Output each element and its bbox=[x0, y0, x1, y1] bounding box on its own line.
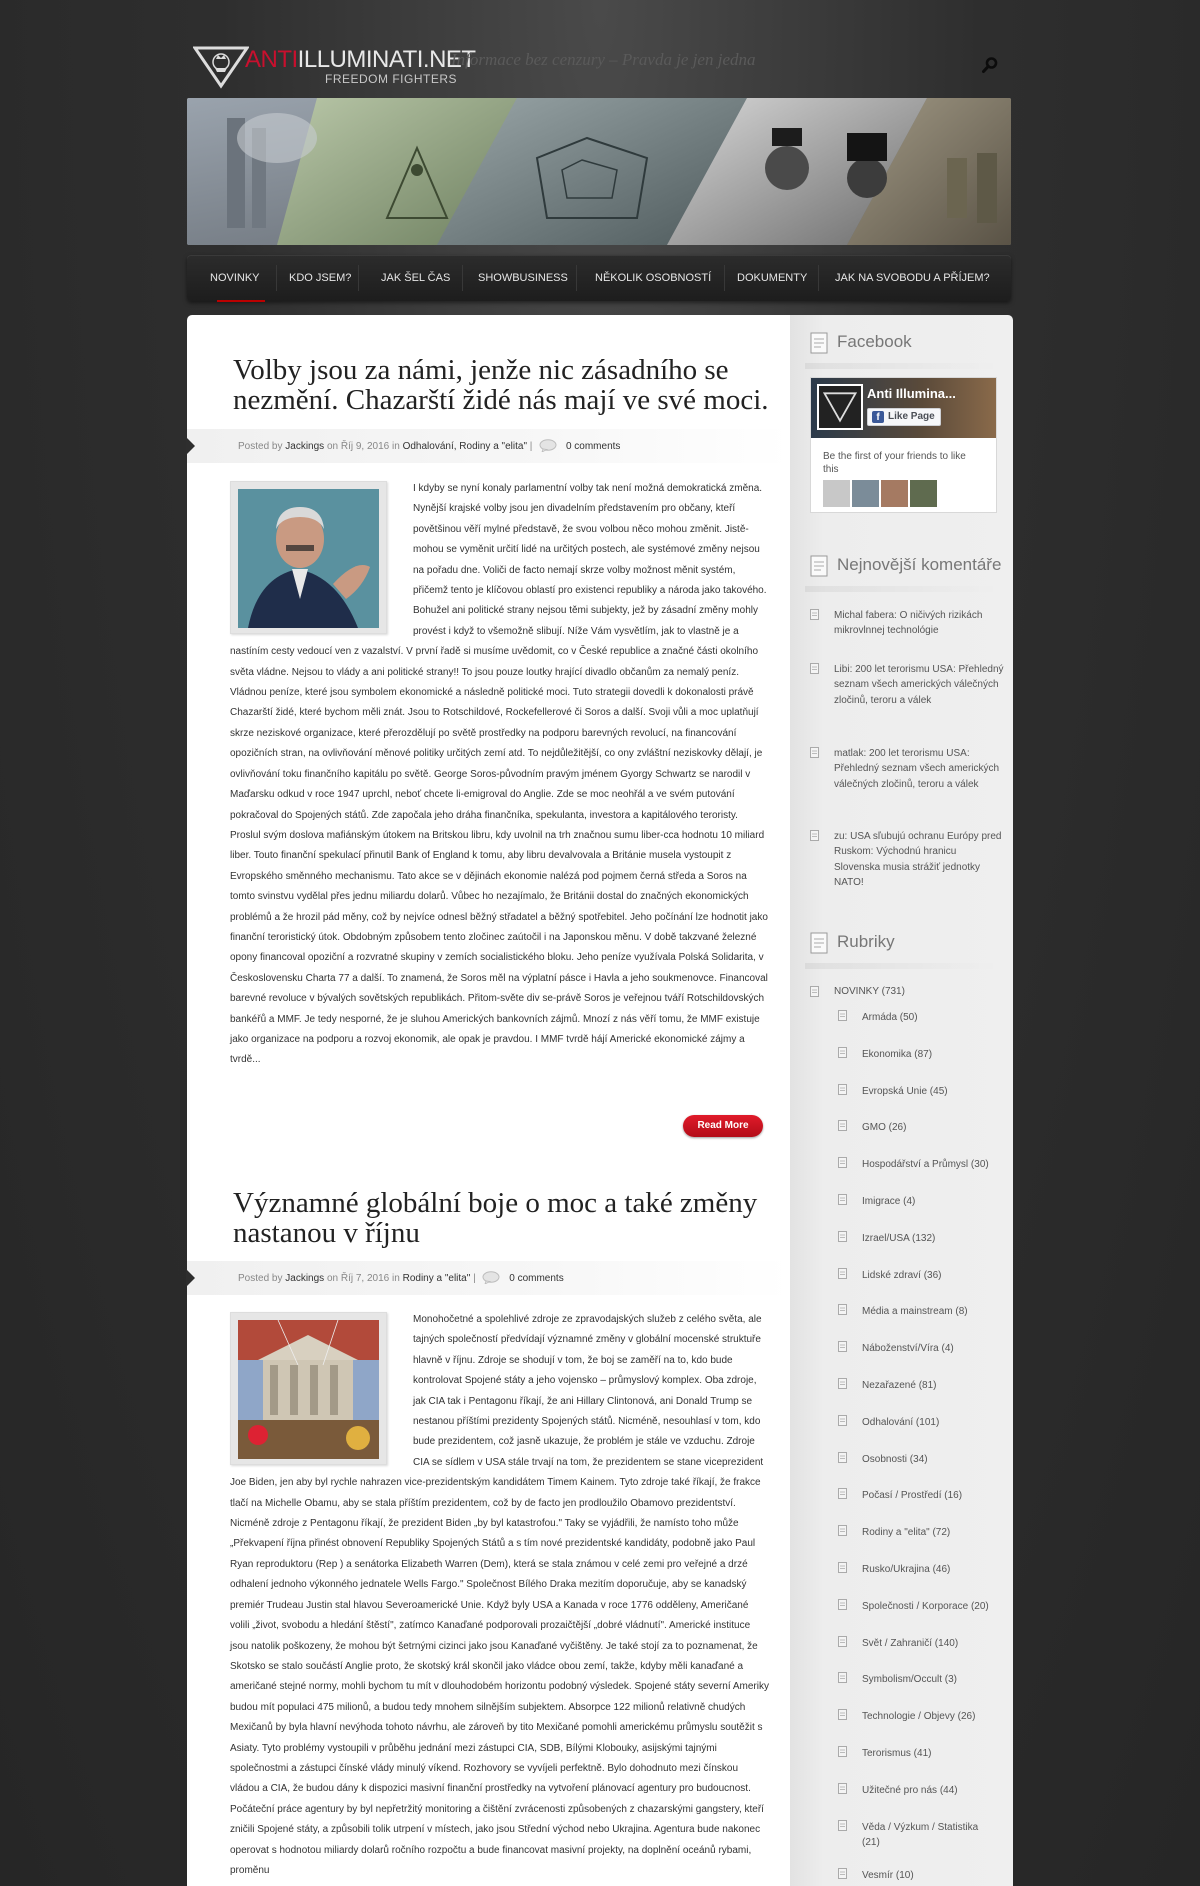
comment-doc-icon bbox=[810, 747, 819, 758]
category-doc-icon bbox=[838, 1267, 847, 1279]
widget-title-categories: Rubriky bbox=[837, 932, 895, 951]
post-title[interactable]: Volby jsou za námi, jenže nic zásadního … bbox=[233, 355, 773, 415]
main-nav: Novinky Kdo jsem? Jak šel čas Showbusine… bbox=[187, 255, 1011, 302]
comment-bubble-icon bbox=[539, 439, 557, 452]
category-doc-icon bbox=[838, 1230, 847, 1242]
category-doc-icon bbox=[838, 1709, 847, 1721]
post-meta-bar: Posted by Jackings on Říj 9, 2016 in Odh… bbox=[186, 429, 790, 463]
post-date: Říj 9, 2016 bbox=[340, 441, 390, 452]
nav-separator bbox=[576, 265, 577, 291]
friend-avatar[interactable] bbox=[881, 480, 908, 507]
nav-separator bbox=[724, 265, 725, 291]
nav-item-dokumenty[interactable]: Dokumenty bbox=[737, 255, 807, 301]
category-doc-icon bbox=[838, 1083, 847, 1095]
triangle-logo-icon bbox=[193, 46, 249, 89]
category-doc-icon bbox=[838, 1120, 847, 1132]
post-categories[interactable]: Odhalování, Rodiny a "elita" bbox=[403, 441, 527, 452]
nav-item-svoboda[interactable]: Jak na svobodu a příjem? bbox=[835, 255, 990, 301]
category-doc-icon bbox=[838, 1672, 847, 1684]
category-doc-icon bbox=[838, 1782, 847, 1794]
comment-doc-icon bbox=[810, 663, 819, 674]
post-date: Říj 7, 2016 bbox=[340, 1273, 390, 1284]
category-doc-icon bbox=[838, 1451, 847, 1463]
post-comments-link[interactable]: 0 comments bbox=[509, 1273, 563, 1284]
logo-subtitle: FREEDOM FIGHTERS bbox=[325, 72, 458, 86]
comment-doc-icon bbox=[810, 830, 819, 841]
banner-collage bbox=[187, 98, 1011, 245]
post-excerpt: Monohočetné a spolehlivé zdroje ze zprav… bbox=[230, 1314, 769, 1876]
category-doc-icon bbox=[810, 986, 819, 997]
meta-arrow-marker bbox=[186, 1269, 195, 1287]
site-header: ANTIILLUMINATI.NET FREEDOM FIGHTERS Info… bbox=[187, 40, 1011, 90]
category-doc-icon bbox=[838, 1046, 847, 1058]
category-doc-icon bbox=[838, 1867, 847, 1879]
friend-avatar[interactable] bbox=[852, 480, 879, 507]
post-excerpt: I kdyby se nyní konaly parlamentní volby… bbox=[230, 483, 768, 1066]
category-doc-icon bbox=[838, 1157, 847, 1169]
header-banner-image bbox=[187, 98, 1011, 245]
nav-item-osobnosti[interactable]: Několik osobností bbox=[595, 255, 711, 301]
category-doc-icon bbox=[838, 1525, 847, 1537]
nav-separator bbox=[358, 265, 359, 291]
widget-divider bbox=[805, 963, 1000, 969]
category-doc-icon bbox=[838, 1562, 847, 1573]
nav-separator bbox=[462, 265, 463, 291]
post-categories[interactable]: Rodiny a "elita" bbox=[403, 1273, 471, 1284]
post-meta: Posted by Jackings on Říj 7, 2016 in Rod… bbox=[238, 1271, 564, 1284]
nav-separator bbox=[276, 265, 277, 291]
friend-avatar[interactable] bbox=[910, 480, 937, 507]
facebook-page-avatar[interactable] bbox=[817, 384, 863, 430]
site-logo[interactable]: ANTIILLUMINATI.NET FREEDOM FIGHTERS bbox=[193, 44, 476, 89]
category-doc-icon bbox=[838, 1635, 847, 1647]
sidebar: Facebook Anti Illumina... f Like Page Be … bbox=[790, 315, 1013, 1886]
post-comments-link[interactable]: 0 comments bbox=[566, 441, 620, 452]
category-doc-icon bbox=[838, 1746, 847, 1757]
post-author-link[interactable]: Jackings bbox=[285, 1273, 324, 1284]
category-doc-icon bbox=[838, 1304, 847, 1316]
document-icon bbox=[810, 332, 828, 354]
category-doc-icon bbox=[838, 1378, 847, 1389]
search-icon[interactable] bbox=[981, 56, 999, 74]
nav-item-kdo-jsem[interactable]: Kdo jsem? bbox=[289, 255, 351, 301]
post-title[interactable]: Významné globální boje o moc a také změn… bbox=[233, 1188, 773, 1248]
main-content: Volby jsou za námi, jenže nic zásadního … bbox=[186, 315, 790, 1886]
friend-avatar[interactable] bbox=[823, 480, 850, 507]
category-doc-icon bbox=[838, 1414, 847, 1426]
widget-title-facebook: Facebook bbox=[837, 332, 912, 351]
widget-divider bbox=[805, 363, 1000, 369]
nav-item-showbusiness[interactable]: Showbusiness bbox=[478, 255, 568, 301]
comment-doc-icon bbox=[810, 609, 819, 620]
widget-divider bbox=[805, 586, 1000, 592]
category-doc-icon bbox=[838, 1819, 847, 1831]
read-more-button[interactable]: Read More bbox=[683, 1115, 763, 1137]
widget-title-comments: Nejnovější komentáře bbox=[837, 555, 1002, 574]
nav-item-jak-sel-cas[interactable]: Jak šel čas bbox=[381, 255, 450, 301]
facebook-page-plugin[interactable]: Anti Illumina... f Like Page Be the first… bbox=[810, 377, 997, 513]
facebook-like-button[interactable]: f Like Page bbox=[867, 408, 941, 426]
site-tagline: Informace bez cenzury – Pravda je jen je… bbox=[451, 50, 756, 69]
comment-bubble-icon bbox=[482, 1271, 500, 1284]
facebook-icon: f bbox=[872, 411, 884, 423]
post-author-link[interactable]: Jackings bbox=[285, 441, 324, 452]
document-icon bbox=[810, 932, 828, 954]
category-doc-icon bbox=[838, 1194, 847, 1205]
page: ANTIILLUMINATI.NET FREEDOM FIGHTERS Info… bbox=[0, 0, 1200, 1886]
facebook-friends-text: Be the first of your friends to like thi… bbox=[823, 451, 966, 475]
post-meta: Posted by Jackings on Říj 9, 2016 in Odh… bbox=[238, 439, 621, 452]
category-doc-icon bbox=[838, 1341, 847, 1353]
nav-separator bbox=[818, 265, 819, 291]
category-doc-icon bbox=[838, 1488, 847, 1500]
nav-item-novinky[interactable]: Novinky bbox=[210, 255, 260, 301]
nav-active-indicator bbox=[217, 300, 265, 302]
document-icon bbox=[810, 555, 828, 577]
logo-text: ANTIILLUMINATI.NET bbox=[245, 46, 476, 73]
category-doc-icon bbox=[838, 1010, 847, 1021]
post-meta-bar: Posted by Jackings on Říj 7, 2016 in Rod… bbox=[186, 1261, 790, 1295]
category-doc-icon bbox=[838, 1598, 847, 1610]
meta-arrow-marker bbox=[186, 437, 195, 455]
facebook-page-name[interactable]: Anti Illumina... bbox=[867, 386, 956, 401]
